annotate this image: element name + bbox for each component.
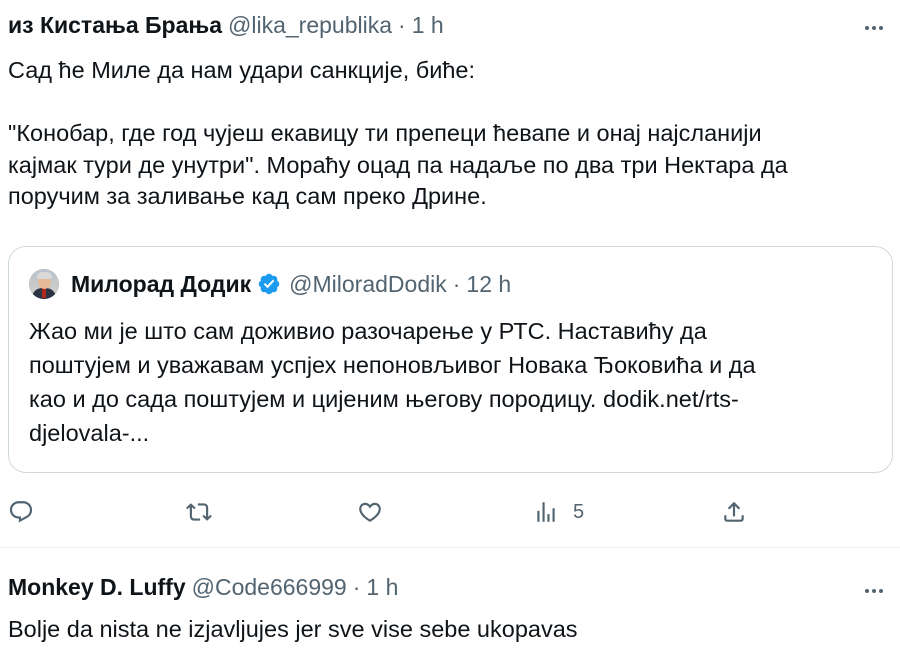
retweet-button[interactable] (186, 490, 212, 534)
share-button[interactable] (721, 490, 747, 534)
reply-button[interactable] (8, 490, 34, 534)
tweet-text-line: поручим за заливање кад сам преко Дрине. (8, 183, 487, 209)
separator-dot: · (398, 12, 406, 38)
retweet-icon (186, 503, 212, 521)
avatar[interactable] (29, 269, 59, 299)
tweet-text-line: "Конобар, где год чујеш екавицу ти препе… (8, 120, 762, 146)
tweet-text: Сад ће Миле да нам удари санкције, биће:… (8, 55, 888, 213)
quoted-text-line: djelovala-... (29, 420, 150, 446)
tweet-text-line: Сад ће Миле да нам удари санкције, биће: (8, 57, 476, 83)
quoted-text-line: Жао ми је што сам доживио разочарење у Р… (29, 318, 707, 344)
share-icon (724, 501, 744, 522)
quoted-author-handle[interactable]: @MiloradDodik (289, 271, 447, 298)
tweet-actions-bar: 5 (0, 490, 900, 534)
tweet-text: Bolje da nista ne izjavljujes jer sve vi… (8, 614, 888, 646)
quoted-tweet-header: Милорад Додик @MiloradDodik · 12 h (29, 269, 511, 299)
separator-dot: · (452, 270, 461, 297)
author-display-name[interactable]: Monkey D. Luffy (8, 574, 186, 601)
tweet-text-blank-line (8, 87, 888, 119)
quoted-tweet-text: Жао ми је што сам доживио разочарење у Р… (29, 314, 879, 450)
tweet-header: из Кистања Брања @lika_republika · 1 h (8, 12, 444, 39)
tweet-header: Monkey D. Luffy @Code666999 · 1 h (8, 574, 398, 601)
quoted-author-display-name[interactable]: Милорад Додик (71, 271, 251, 298)
separator-dot: · (352, 574, 361, 600)
main-tweet[interactable]: из Кистања Брања @lika_republika · 1 h С… (0, 0, 900, 548)
views-icon (537, 502, 555, 522)
quoted-text-line: као и до сада поштујем и цијеним његову … (29, 386, 739, 412)
views-button[interactable]: 5 (533, 490, 584, 534)
heart-icon (359, 502, 381, 522)
author-handle[interactable]: @Code666999 (192, 574, 347, 601)
more-options-icon[interactable] (860, 577, 888, 605)
like-button[interactable] (357, 490, 383, 534)
author-display-name[interactable]: из Кистања Брања (8, 12, 222, 39)
quoted-tweet-timestamp[interactable]: 12 h (466, 271, 511, 298)
tweet-timestamp[interactable]: 1 h (366, 574, 398, 601)
verified-badge-icon (257, 272, 281, 296)
quoted-text-line: поштујем и уважавам успјех непоновљивог … (29, 352, 756, 378)
reply-icon (9, 501, 33, 523)
tweet-text-line: кајмак тури де унутри". Мораћу оцад па н… (8, 151, 788, 178)
tweet-timestamp[interactable]: 1 h (412, 12, 444, 39)
views-count: 5 (573, 500, 585, 523)
quoted-tweet[interactable]: Милорад Додик @MiloradDodik · 12 h Жао м… (8, 246, 893, 473)
reply-tweet[interactable]: Monkey D. Luffy @Code666999 · 1 h Bolje … (0, 549, 900, 658)
tweet-text-line: Bolje da nista ne izjavljujes jer sve vi… (8, 616, 578, 642)
author-handle[interactable]: @lika_republika (228, 12, 392, 39)
more-options-icon[interactable] (860, 14, 888, 42)
